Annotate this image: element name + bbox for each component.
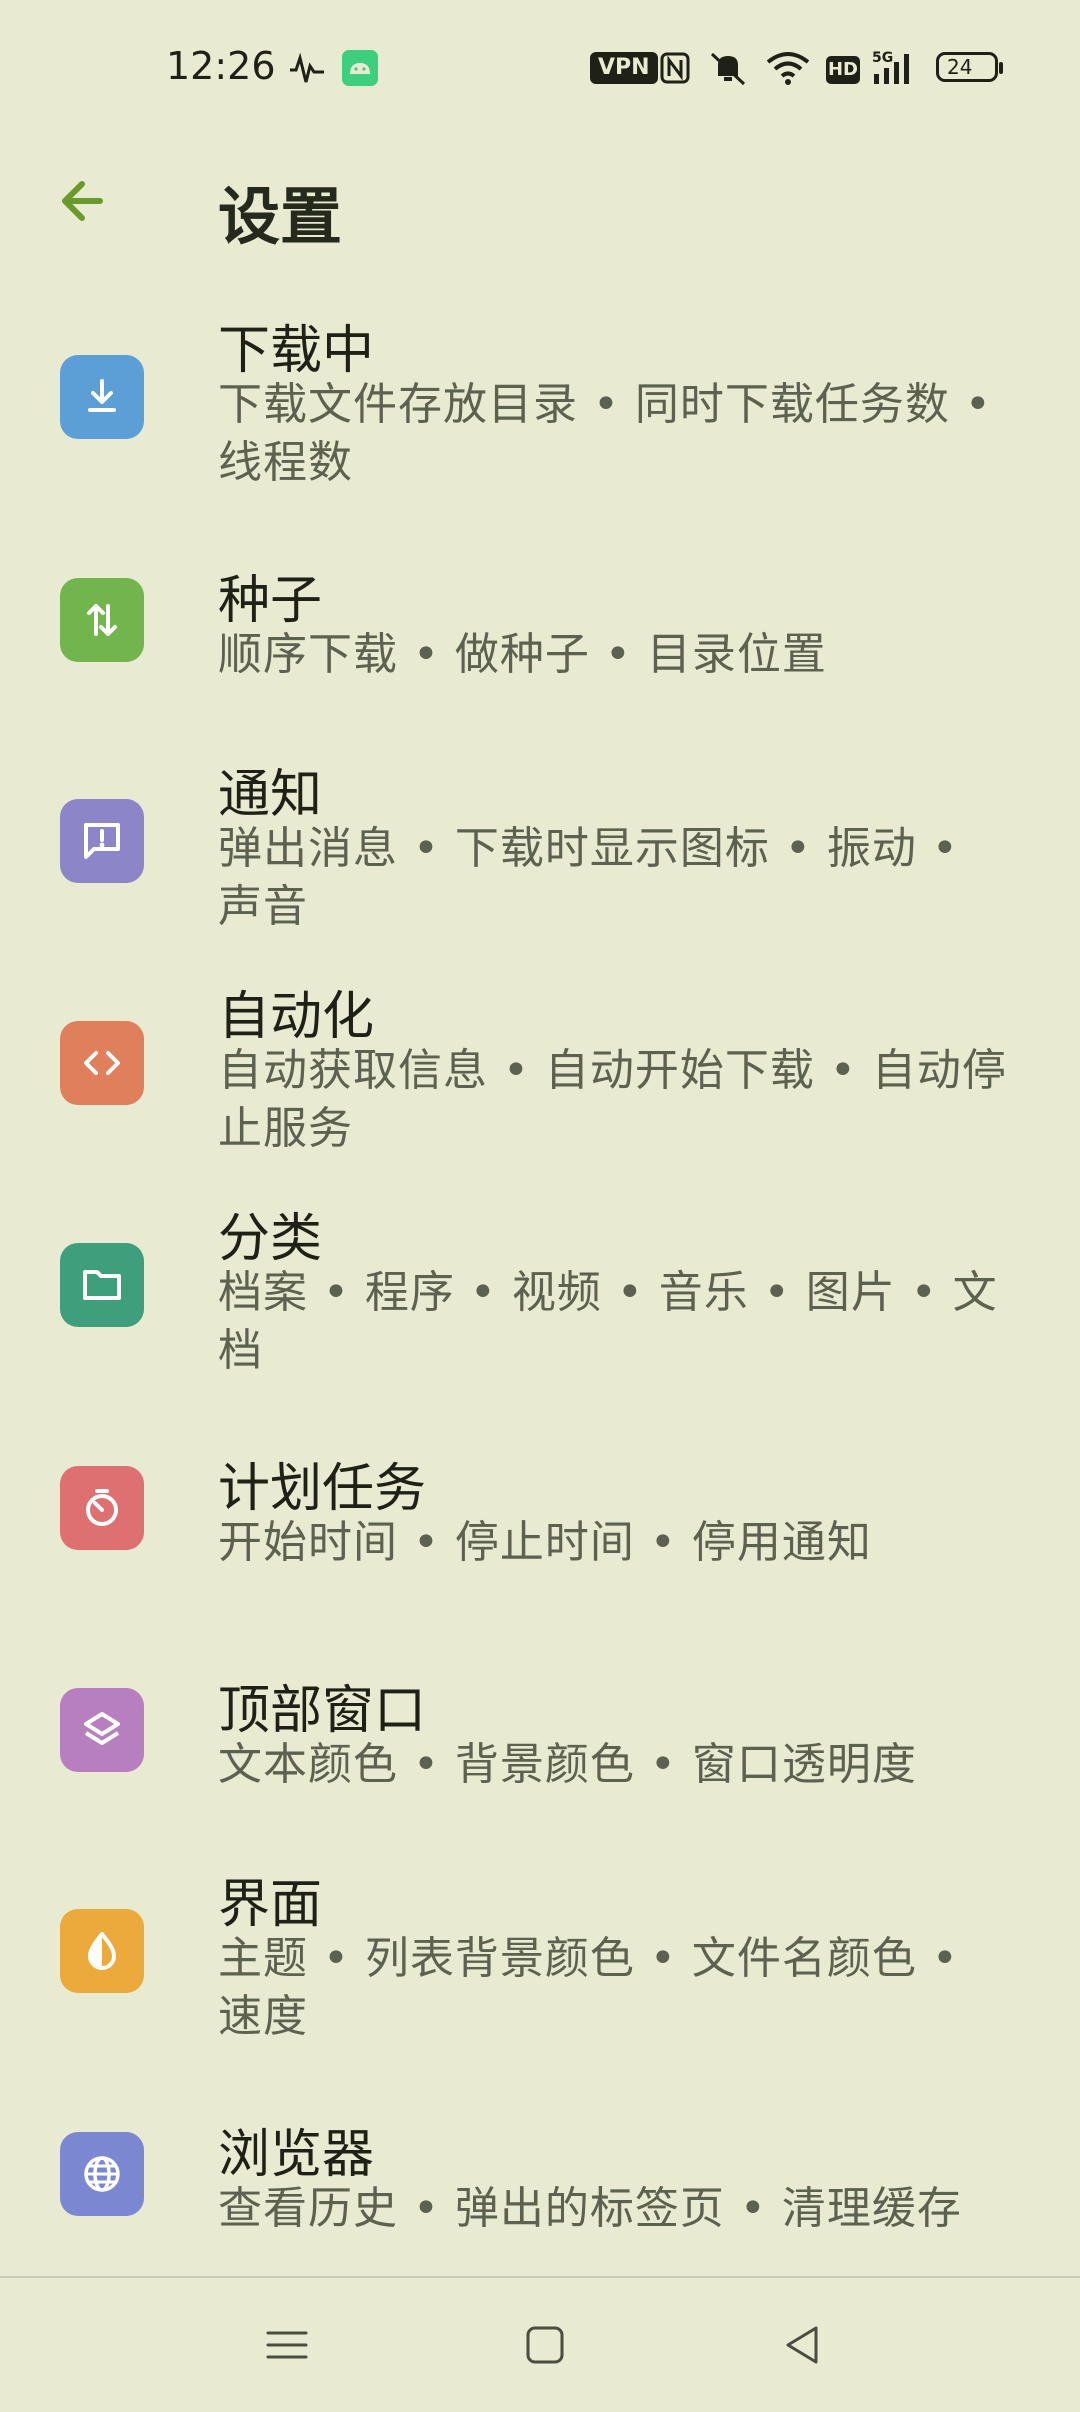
item-summary: 查看历史 • 弹出的标签页 • 清理缓存 <box>218 2183 962 2234</box>
layers-icon <box>60 1688 144 1772</box>
item-title: 自动化 <box>218 987 375 1047</box>
nfc-icon <box>660 52 690 84</box>
item-summary: 顺序下载 • 做种子 • 目录位置 <box>218 629 827 680</box>
download-icon <box>60 355 144 439</box>
menu-icon[interactable] <box>262 2320 312 2370</box>
settings-item-scheduler[interactable]: 计划任务 开始时间 • 停止时间 • 停用通知 <box>0 1438 1080 1598</box>
android-app-icon <box>342 50 378 86</box>
back-icon[interactable] <box>778 2320 828 2370</box>
back-arrow-button[interactable] <box>50 166 120 236</box>
item-summary: 文本颜色 • 背景颜色 • 窗口透明度 <box>218 1739 917 1790</box>
item-summary: 开始时间 • 停止时间 • 停用通知 <box>218 1517 872 1568</box>
activity-icon <box>290 52 324 83</box>
hd-badge: HD <box>826 56 860 84</box>
status-time: 12:26 <box>166 44 276 88</box>
item-summary: 自动获取信息 • 自动开始下载 • 自动停止服务 <box>218 1045 1007 1154</box>
wifi-icon <box>766 52 810 85</box>
settings-item-interface[interactable]: 界面 主题 • 列表背景颜色 • 文件名颜色 • 速度 <box>0 1854 1080 2054</box>
item-title: 种子 <box>218 571 323 631</box>
item-title: 通知 <box>218 765 323 825</box>
item-title: 界面 <box>218 1875 323 1935</box>
settings-item-categories[interactable]: 分类 档案 • 程序 • 视频 • 音乐 • 图片 • 文档 <box>0 1188 1080 1388</box>
globe-icon <box>60 2132 144 2216</box>
home-icon[interactable] <box>520 2320 570 2370</box>
item-summary: 主题 • 列表背景颜色 • 文件名颜色 • 速度 <box>218 1933 959 2042</box>
swap-vertical-icon <box>60 578 144 662</box>
item-title: 下载中 <box>218 321 375 381</box>
item-summary: 档案 • 程序 • 视频 • 音乐 • 图片 • 文档 <box>218 1267 998 1376</box>
signal-icon: 5G <box>872 50 909 84</box>
settings-item-torrent[interactable]: 种子 顺序下载 • 做种子 • 目录位置 <box>0 550 1080 710</box>
settings-item-browser[interactable]: 浏览器 查看历史 • 弹出的标签页 • 清理缓存 <box>0 2104 1080 2264</box>
item-summary: 下载文件存放目录 • 同时下载任务数 • 线程数 <box>218 379 992 488</box>
settings-item-downloading[interactable]: 下载中 下载文件存放目录 • 同时下载任务数 • 线程数 <box>0 300 1080 500</box>
code-icon <box>60 1021 144 1105</box>
settings-item-top-window[interactable]: 顶部窗口 文本颜色 • 背景颜色 • 窗口透明度 <box>0 1660 1080 1820</box>
message-alert-icon <box>60 799 144 883</box>
timer-icon <box>60 1466 144 1550</box>
settings-item-automation[interactable]: 自动化 自动获取信息 • 自动开始下载 • 自动停止服务 <box>0 966 1080 1166</box>
item-title: 顶部窗口 <box>218 1681 427 1741</box>
item-title: 浏览器 <box>218 2125 375 2185</box>
contrast-icon <box>60 1909 144 1993</box>
item-summary: 弹出消息 • 下载时显示图标 • 振动 • 声音 <box>218 823 959 932</box>
folder-icon <box>60 1243 144 1327</box>
settings-item-notifications[interactable]: 通知 弹出消息 • 下载时显示图标 • 振动 • 声音 <box>0 744 1080 944</box>
mute-icon <box>710 52 746 86</box>
system-nav-bar <box>0 2278 1080 2412</box>
item-title: 分类 <box>218 1209 323 1269</box>
status-bar: 12:26 VPN HD 5G 24 <box>0 0 1080 140</box>
page-title: 设置 <box>218 180 343 253</box>
battery-icon: 24 <box>936 52 1003 82</box>
item-title: 计划任务 <box>218 1459 427 1519</box>
vpn-badge: VPN <box>590 52 658 84</box>
svg-text:5G: 5G <box>872 50 893 66</box>
